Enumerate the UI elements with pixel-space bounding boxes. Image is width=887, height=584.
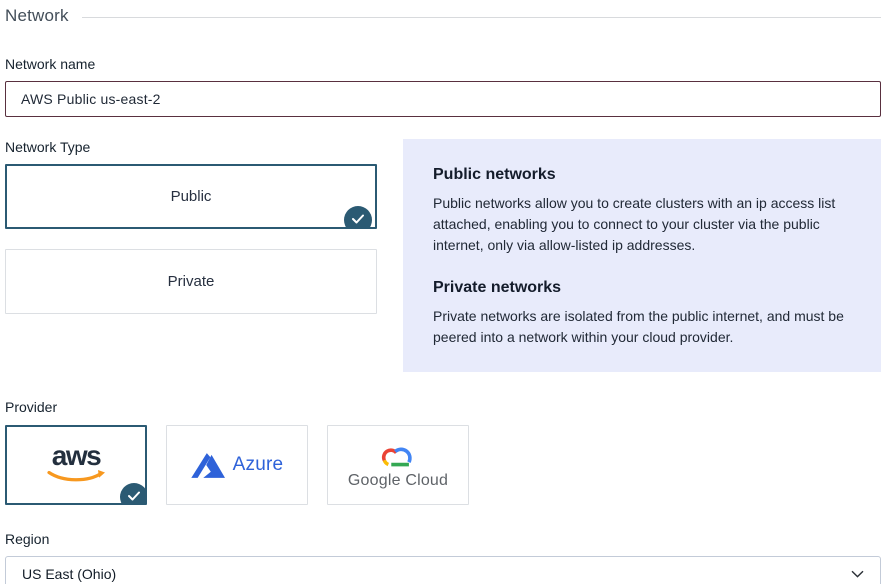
provider-option-google-cloud[interactable]: Google Cloud — [327, 425, 469, 505]
azure-wordmark: Azure — [233, 454, 284, 476]
info-body-private: Private networks are isolated from the p… — [433, 306, 851, 348]
section-header: Network — [5, 4, 881, 28]
google-cloud-wordmark: Google Cloud — [348, 472, 448, 490]
network-type-option-private[interactable]: Private — [5, 249, 377, 314]
page-title: Network — [5, 4, 69, 28]
network-type-label: Network Type — [5, 139, 377, 156]
network-type-option-public[interactable]: Public — [5, 164, 377, 229]
region-selected-value: US East (Ohio) — [22, 566, 116, 582]
google-cloud-icon — [377, 440, 419, 471]
provider-options: aws Azure — [5, 425, 881, 505]
provider-option-azure[interactable]: Azure — [166, 425, 308, 505]
region-label: Region — [5, 531, 881, 548]
azure-logo-icon: Azure — [191, 452, 284, 479]
aws-wordmark: aws — [52, 443, 100, 469]
azure-triangle-icon — [191, 452, 225, 479]
provider-label: Provider — [5, 399, 881, 416]
network-type-column: Network Type Public Private — [5, 139, 377, 372]
aws-logo-icon: aws — [44, 443, 108, 484]
aws-smile-icon — [44, 469, 108, 484]
region-select[interactable]: US East (Ohio) — [5, 556, 881, 584]
network-name-input[interactable] — [5, 81, 881, 117]
network-type-option-label: Private — [168, 273, 215, 290]
check-icon — [120, 483, 147, 505]
check-icon — [344, 206, 372, 229]
info-heading-public: Public networks — [433, 166, 851, 184]
info-heading-private: Private networks — [433, 279, 851, 297]
network-form: Network Network name Network Type Public… — [0, 0, 887, 584]
info-body-public: Public networks allow you to create clus… — [433, 193, 851, 256]
network-name-label: Network name — [5, 56, 881, 73]
network-info-panel: Public networks Public networks allow yo… — [403, 139, 881, 372]
network-type-section: Network Type Public Private Public netwo… — [5, 139, 881, 372]
network-type-option-label: Public — [171, 188, 212, 205]
section-divider — [82, 17, 881, 18]
google-cloud-logo-icon: Google Cloud — [348, 440, 448, 490]
provider-option-aws[interactable]: aws — [5, 425, 147, 505]
chevron-down-icon — [851, 570, 864, 578]
